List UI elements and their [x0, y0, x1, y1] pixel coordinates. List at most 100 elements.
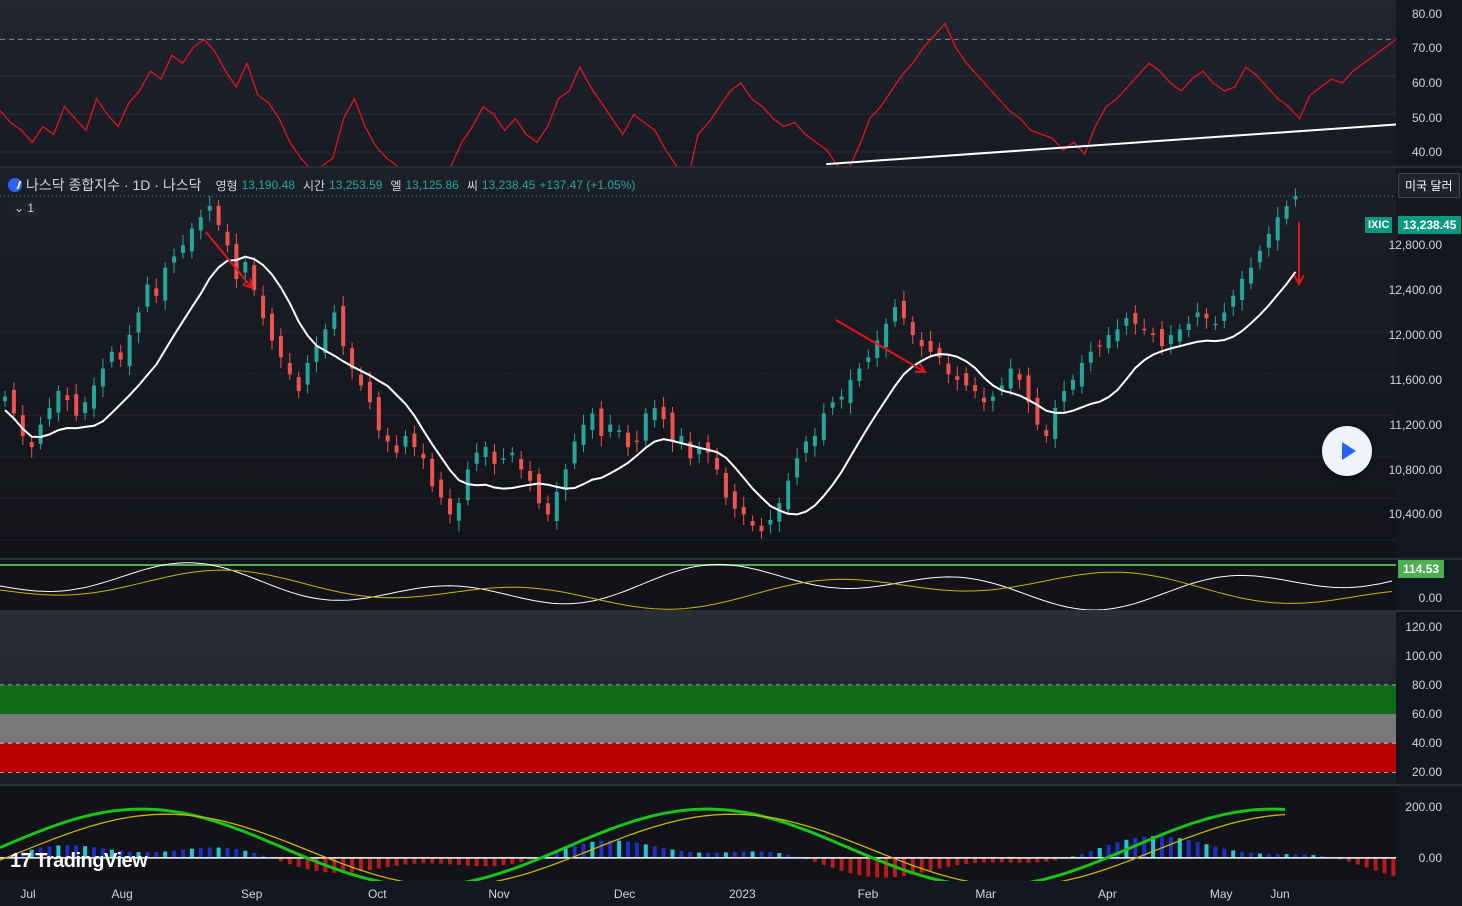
candle — [910, 316, 915, 344]
histogram-bar — [1373, 857, 1378, 871]
candle-body — [314, 346, 319, 362]
candle — [430, 453, 435, 492]
histogram-bar — [1088, 850, 1093, 858]
candle-body — [74, 394, 79, 416]
candle — [750, 515, 755, 532]
candle-body — [901, 300, 906, 319]
histogram-bar — [367, 857, 372, 870]
candle-body — [563, 469, 568, 491]
y-tick-label: 12,400.00 — [1388, 283, 1442, 298]
histogram-bar — [661, 847, 666, 858]
candle-body — [830, 402, 835, 408]
candle-body — [812, 435, 817, 447]
symbol-name[interactable]: 나스닥 종합지수 · 1D · 나스닥 — [26, 175, 201, 195]
candle — [679, 428, 684, 450]
candle — [385, 427, 390, 453]
candle-body — [545, 503, 550, 515]
candle — [1017, 368, 1022, 389]
indicator-collapse-button[interactable]: ⌄ 1 — [8, 200, 41, 216]
candle-body — [1284, 206, 1289, 219]
candle — [261, 285, 266, 326]
macd-pane[interactable] — [0, 786, 1396, 881]
candle — [990, 391, 995, 412]
candle — [1195, 302, 1200, 327]
band-pane[interactable] — [0, 612, 1396, 784]
candle — [617, 424, 622, 438]
histogram-bar — [652, 846, 657, 858]
symbol-legend: 나스닥 종합지수 · 1D · 나스닥 영형 13,190.48 시간 13,253… — [8, 176, 635, 194]
candle — [857, 363, 862, 387]
band-gray — [0, 714, 1396, 744]
histogram-bar — [1222, 848, 1227, 858]
candle-body — [1071, 379, 1075, 390]
collapse-count: 1 — [27, 201, 35, 215]
y-tick-label: 20.00 — [1411, 765, 1442, 780]
candle — [100, 358, 105, 398]
y-tick-label: 11,200.00 — [1389, 417, 1443, 432]
candle — [590, 407, 595, 439]
candle — [305, 355, 310, 394]
candle-body — [225, 231, 230, 246]
candle — [777, 497, 782, 533]
oscillator-signal-line — [0, 569, 1393, 610]
candle-body — [136, 312, 141, 333]
candle-body — [261, 295, 266, 319]
candle-body — [172, 256, 177, 263]
tradingview-logo[interactable]: 17 TradingView — [10, 850, 148, 873]
candle — [893, 299, 897, 328]
rsi-pane[interactable] — [0, 0, 1396, 166]
candle-body — [1213, 323, 1218, 326]
candle-body — [1008, 368, 1013, 389]
moving-average-line — [4, 255, 1297, 516]
histogram-bar — [483, 857, 488, 867]
rsi-price-axis[interactable]: 80.00 70.00 60.00 50.00 40.00 — [1396, 0, 1462, 166]
histogram-bar — [448, 857, 452, 865]
candle-body — [1151, 333, 1156, 335]
oscillator-value-tag: 114.53 — [1398, 560, 1445, 578]
candle — [732, 483, 737, 518]
macd-axis[interactable]: 200.00 0.00 — [1396, 786, 1462, 881]
candle — [1257, 245, 1262, 270]
close-label: 씨 — [466, 178, 478, 193]
candle-body — [1249, 267, 1253, 284]
candle-body — [305, 363, 310, 385]
close-value: 13,238.45 — [481, 178, 536, 192]
histogram-bar — [439, 857, 444, 864]
candle — [1213, 315, 1218, 331]
histogram-bar — [679, 850, 684, 858]
y-tick-label: 12,800.00 — [1388, 238, 1442, 253]
candle — [1035, 387, 1040, 431]
candle — [11, 382, 16, 421]
y-tick-label: 50.00 — [1411, 110, 1442, 125]
candle — [1186, 315, 1191, 338]
open-label: 영형 — [215, 178, 238, 193]
candle — [1133, 305, 1138, 335]
oscillator-chart — [0, 562, 1396, 610]
candle — [47, 397, 52, 427]
candle-body — [83, 402, 88, 414]
y-tick-label: 0.00 — [1418, 850, 1442, 865]
candle — [1168, 324, 1173, 355]
candle-body — [599, 408, 604, 436]
time-axis[interactable]: Jul Aug Sep Oct Nov Dec 2023 Feb Mar Apr May Jun — [0, 881, 1396, 906]
candle — [786, 472, 791, 516]
candle — [1293, 188, 1298, 207]
y-tick-label: 100.00 — [1405, 648, 1442, 663]
candle-body — [234, 243, 239, 279]
candle-body — [252, 265, 257, 291]
candle — [510, 447, 515, 463]
candle — [83, 396, 88, 421]
histogram-bar — [510, 857, 515, 864]
currency-button[interactable]: 미국 달러 — [1398, 173, 1460, 198]
rsi-chart — [0, 22, 1396, 166]
band-axis[interactable]: 120.00 100.00 80.00 60.00 40.00 20.00 — [1396, 612, 1462, 784]
candle-body — [332, 312, 337, 329]
candle — [154, 278, 159, 304]
histogram-bar — [1204, 844, 1209, 858]
price-pane[interactable] — [0, 168, 1396, 558]
play-button[interactable] — [1322, 426, 1372, 476]
histogram-bar — [163, 851, 168, 858]
candle — [821, 403, 826, 446]
candle-body — [421, 453, 426, 459]
oscillator-pane[interactable] — [0, 560, 1396, 610]
